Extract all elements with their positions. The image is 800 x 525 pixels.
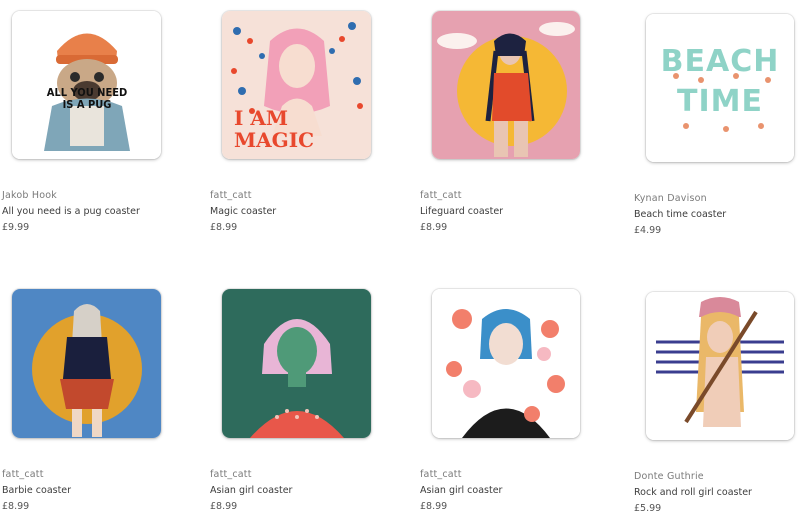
product-price: £8.99 — [210, 501, 238, 512]
lifeguard-girl-illustration-icon — [432, 11, 580, 159]
seller-name[interactable]: Kynan Davison — [634, 193, 707, 204]
seller-name[interactable]: fatt_catt — [420, 469, 462, 480]
product-title[interactable]: Rock and roll girl coaster — [634, 487, 752, 498]
seller-name[interactable]: Donte Guthrie — [634, 471, 704, 482]
product-image[interactable] — [432, 289, 580, 438]
green-girl-illustration-icon — [222, 289, 371, 438]
product-image[interactable]: I AM MAGIC — [222, 11, 371, 159]
rock-girl-illustration-icon — [646, 292, 794, 440]
flower-girl-illustration-icon — [432, 289, 580, 438]
product-price: £4.99 — [634, 225, 662, 236]
product-title[interactable]: Asian girl coaster — [210, 485, 292, 496]
product-title[interactable]: Beach time coaster — [634, 209, 726, 220]
product-image[interactable] — [646, 292, 794, 440]
product-title[interactable]: All you need is a pug coaster — [2, 206, 140, 217]
product-price: £8.99 — [420, 501, 448, 512]
product-title[interactable]: Magic coaster — [210, 206, 276, 217]
product-price: £9.99 — [2, 222, 30, 233]
pug-illustration-icon — [12, 11, 161, 159]
product-price: £8.99 — [210, 222, 238, 233]
image-caption: ALL YOU NEED IS A PUG — [46, 86, 128, 111]
seller-name[interactable]: fatt_catt — [210, 469, 252, 480]
product-image[interactable]: BEACH TIME — [646, 14, 794, 162]
image-caption: I AM MAGIC — [234, 106, 315, 152]
seller-name[interactable]: fatt_catt — [2, 469, 44, 480]
product-image[interactable]: ALL YOU NEED IS A PUG — [12, 11, 161, 159]
product-title[interactable]: Lifeguard coaster — [420, 206, 503, 217]
product-title[interactable]: Barbie coaster — [2, 485, 71, 496]
image-caption: BEACH TIME — [660, 44, 780, 119]
product-image[interactable] — [12, 289, 161, 438]
product-price: £5.99 — [634, 503, 662, 514]
product-image[interactable] — [432, 11, 580, 159]
product-price: £8.99 — [2, 501, 30, 512]
product-image[interactable] — [222, 289, 371, 438]
product-title[interactable]: Asian girl coaster — [420, 485, 502, 496]
product-price: £8.99 — [420, 222, 448, 233]
seller-name[interactable]: fatt_catt — [210, 190, 252, 201]
barbie-girl-illustration-icon — [12, 289, 161, 438]
seller-name[interactable]: Jakob Hook — [2, 190, 57, 201]
seller-name[interactable]: fatt_catt — [420, 190, 462, 201]
